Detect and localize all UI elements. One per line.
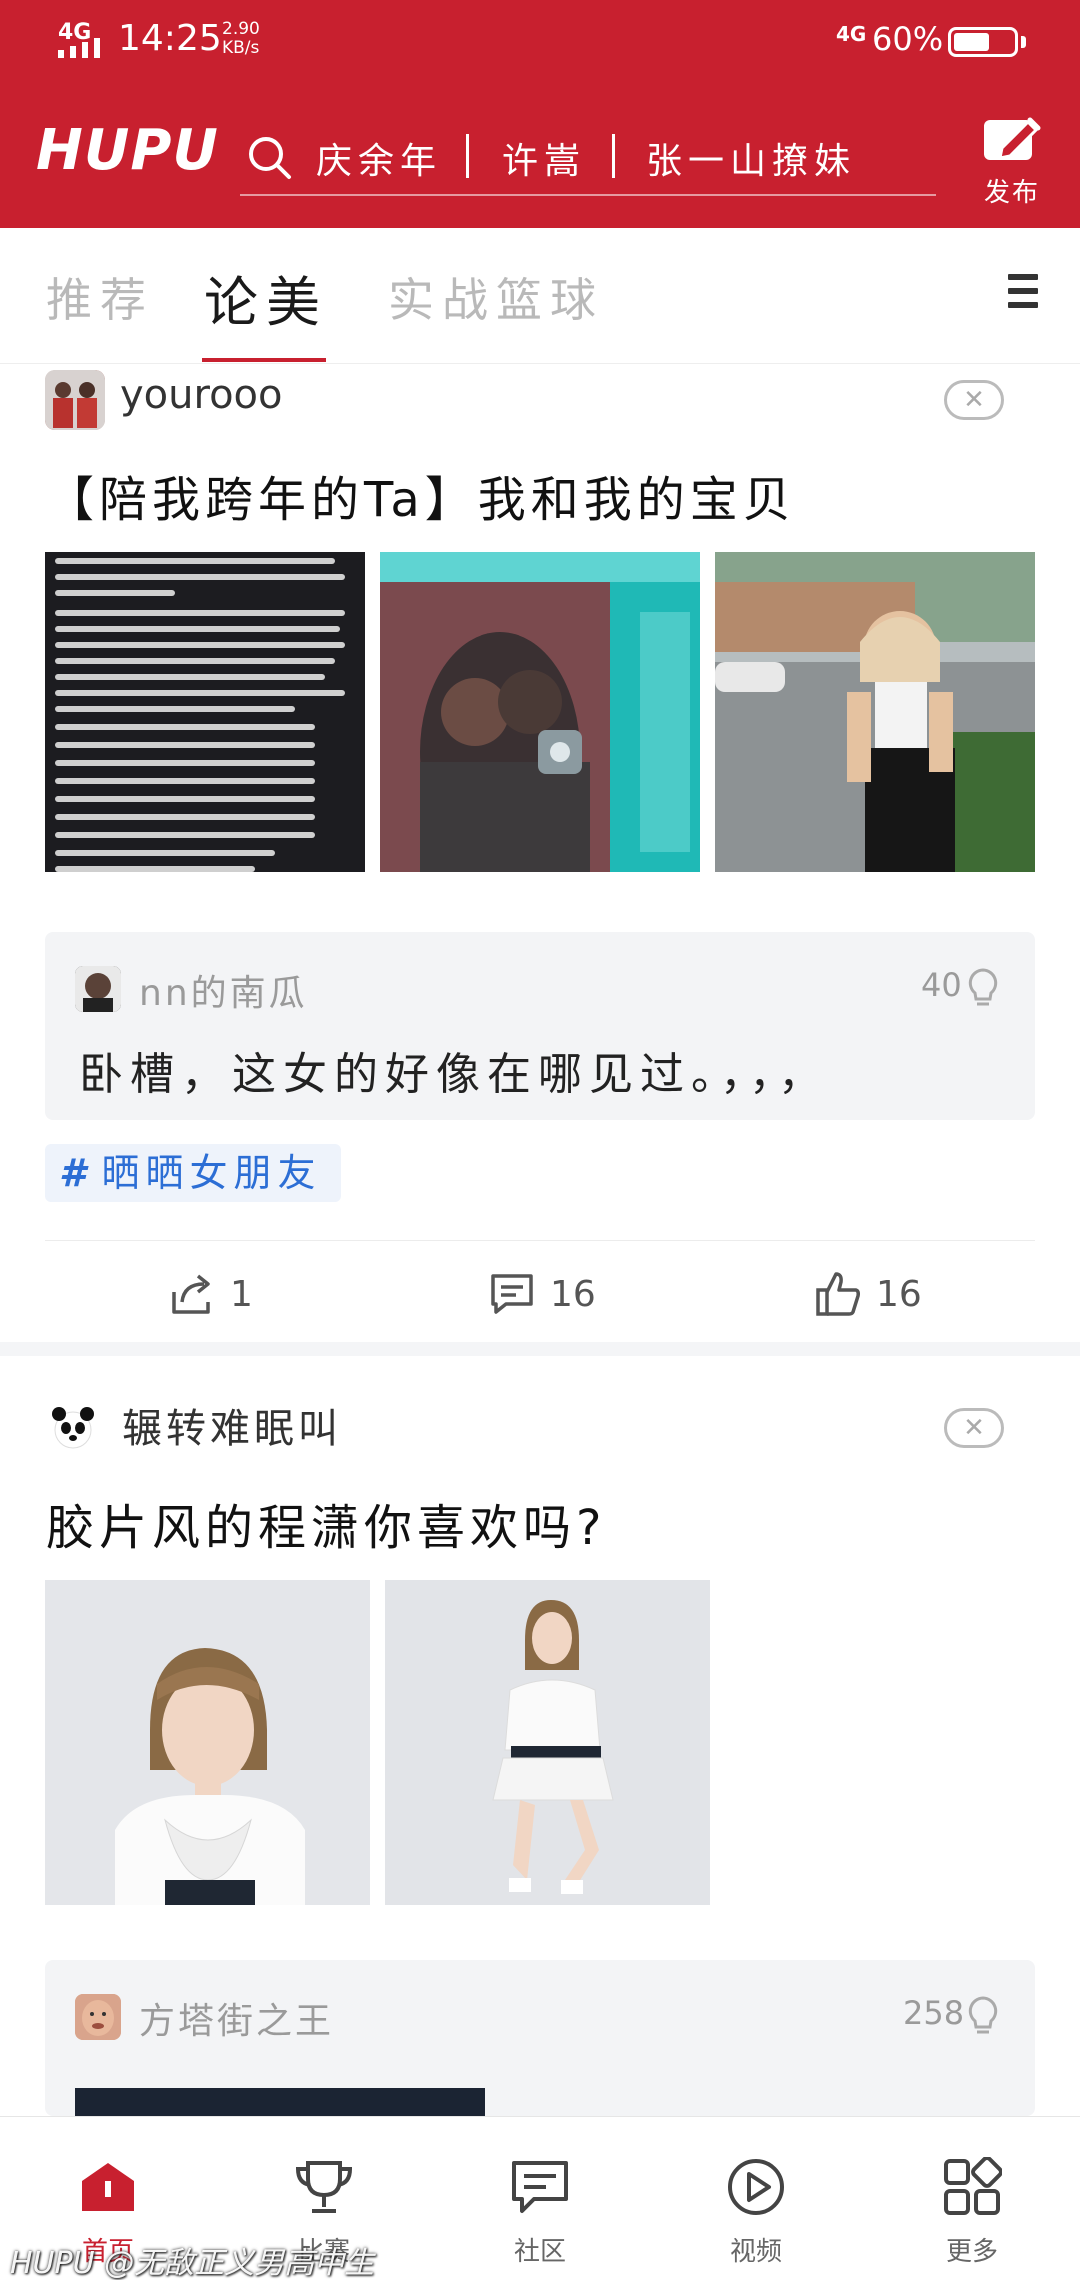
grid-icon — [944, 2157, 1002, 2215]
search-bar[interactable]: 庆余年 许嵩 张一山撩妹 — [240, 122, 936, 196]
commenter-name[interactable]: nn的南瓜 — [139, 964, 308, 1016]
menu-icon[interactable] — [1008, 274, 1038, 310]
publish-label: 发布 — [983, 178, 1040, 208]
text-screenshot-image — [55, 558, 345, 872]
post-title[interactable]: 【陪我跨年的Ta】我和我的宝贝 — [46, 460, 796, 530]
comment-like-count: 40 — [921, 966, 962, 1004]
tab-basketball[interactable]: 实战篮球 — [388, 264, 604, 330]
photo-booth-image — [380, 552, 700, 872]
share-count: 1 — [230, 1273, 253, 1315]
post-author[interactable]: 辗转难眠叫 — [122, 1396, 342, 1454]
comment-icon — [491, 1274, 533, 1314]
dismiss-button[interactable]: ✕ — [944, 1408, 1004, 1448]
share-button[interactable]: 1 — [168, 1268, 253, 1320]
active-tab-indicator — [202, 358, 326, 362]
battery-tip — [1021, 36, 1026, 48]
avatar[interactable] — [45, 370, 105, 430]
nav-video[interactable]: 视频 — [648, 2117, 864, 2280]
battery-icon — [948, 27, 1018, 57]
clock: 14:25 — [118, 18, 222, 59]
separator — [612, 134, 615, 178]
commenter-avatar-image — [75, 966, 121, 1012]
commenter-avatar-image — [75, 1994, 121, 2040]
divider — [45, 1240, 1035, 1241]
like-count: 16 — [876, 1273, 922, 1315]
battery-percent: 60% — [872, 20, 944, 58]
panda-avatar-image — [52, 1407, 94, 1449]
chat-icon — [512, 2161, 568, 2213]
street-portrait-image — [715, 552, 1035, 872]
topic-tag-label: 晒晒女朋友 — [101, 1151, 322, 1195]
comment-like-count: 258 — [903, 1994, 965, 2032]
search-icon — [249, 137, 291, 179]
post-title[interactable]: 胶片风的程潇你喜欢吗? — [46, 1488, 606, 1558]
dismiss-button[interactable]: ✕ — [944, 380, 1004, 420]
trophy-icon — [295, 2161, 353, 2213]
battery-fill — [954, 33, 989, 51]
nav-more[interactable]: 更多 — [864, 2117, 1080, 2280]
separator — [466, 134, 469, 178]
post-image[interactable] — [715, 552, 1035, 872]
network-type: 4G — [836, 22, 867, 46]
channel-tabs: 推荐 论美 实战篮球 — [0, 228, 1080, 364]
hot-comment[interactable]: 方塔街之王 258 — [45, 1960, 1035, 2116]
post-image[interactable] — [45, 552, 365, 872]
speed-unit: KB/s — [222, 38, 260, 58]
network-speed: 2.90 KB/s — [222, 20, 260, 58]
speed-value: 2.90 — [222, 19, 260, 39]
commenter-name[interactable]: 方塔街之王 — [139, 1992, 334, 2044]
hashtag-icon: # — [59, 1151, 92, 1195]
hot-search-2[interactable]: 许嵩 — [502, 132, 586, 184]
post-author[interactable]: yourooo — [120, 372, 282, 418]
hot-search-3[interactable]: 张一山撩妹 — [646, 132, 856, 184]
hot-search-1[interactable]: 庆余年 — [316, 132, 442, 184]
nav-label: 社区 — [513, 2237, 566, 2267]
avatar[interactable] — [45, 1400, 101, 1456]
feed-post[interactable]: 辗转难眠叫 ✕ 胶片风的程潇你喜欢吗? 方塔街之王 258 — [0, 1356, 1080, 2116]
hot-comment[interactable]: nn的南瓜 40 卧槽，这女的好像在哪见过。，，， — [45, 932, 1035, 1120]
play-icon — [728, 2159, 784, 2215]
tab-beauty[interactable]: 论美 — [204, 258, 328, 337]
feed-post[interactable]: yourooo ✕ 【陪我跨年的Ta】我和我的宝贝 nn的南瓜 40 卧槽，这女… — [0, 364, 1080, 1342]
feed-gap — [0, 1342, 1080, 1356]
like-button[interactable]: 16 — [814, 1268, 922, 1320]
topic-tag[interactable]: # 晒晒女朋友 — [45, 1144, 342, 1202]
nav-label: 视频 — [729, 2237, 782, 2267]
portrait-image — [45, 1580, 370, 1905]
lightbulb-icon[interactable] — [965, 1994, 1001, 2038]
home-icon — [82, 2163, 134, 2211]
nav-community[interactable]: 社区 — [432, 2117, 648, 2280]
status-bar: 4G 14:25 2.90 KB/s 4G 60% — [0, 0, 1080, 80]
edit-icon — [984, 117, 1041, 160]
post-image[interactable] — [385, 1580, 710, 1905]
commenter-avatar[interactable] — [75, 966, 121, 1012]
share-icon — [172, 1274, 210, 1314]
publish-button[interactable]: 发布 — [976, 114, 1048, 209]
full-body-image — [385, 1580, 710, 1905]
lightbulb-icon[interactable] — [965, 966, 1001, 1010]
comment-image-preview[interactable] — [75, 2088, 485, 2116]
nav-label: 更多 — [945, 2237, 998, 2267]
thumbs-up-icon — [816, 1272, 860, 1316]
post-image[interactable] — [380, 552, 700, 872]
comment-button[interactable]: 16 — [488, 1268, 596, 1320]
hupu-logo[interactable]: HUPU — [36, 118, 219, 183]
signal-bars-icon — [58, 36, 106, 58]
commenter-avatar[interactable] — [75, 1994, 121, 2040]
tab-recommend[interactable]: 推荐 — [46, 264, 154, 330]
comment-text: 卧槽，这女的好像在哪见过。，，， — [79, 1049, 829, 1100]
app-header: 4G 14:25 2.90 KB/s 4G 60% HUPU 庆余年 许嵩 张一… — [0, 0, 1080, 228]
avatar-image — [45, 370, 105, 430]
watermark: HUPU @无敌正义男高中生 — [10, 2246, 375, 2280]
comment-count: 16 — [550, 1273, 596, 1315]
post-image[interactable] — [45, 1580, 370, 1905]
